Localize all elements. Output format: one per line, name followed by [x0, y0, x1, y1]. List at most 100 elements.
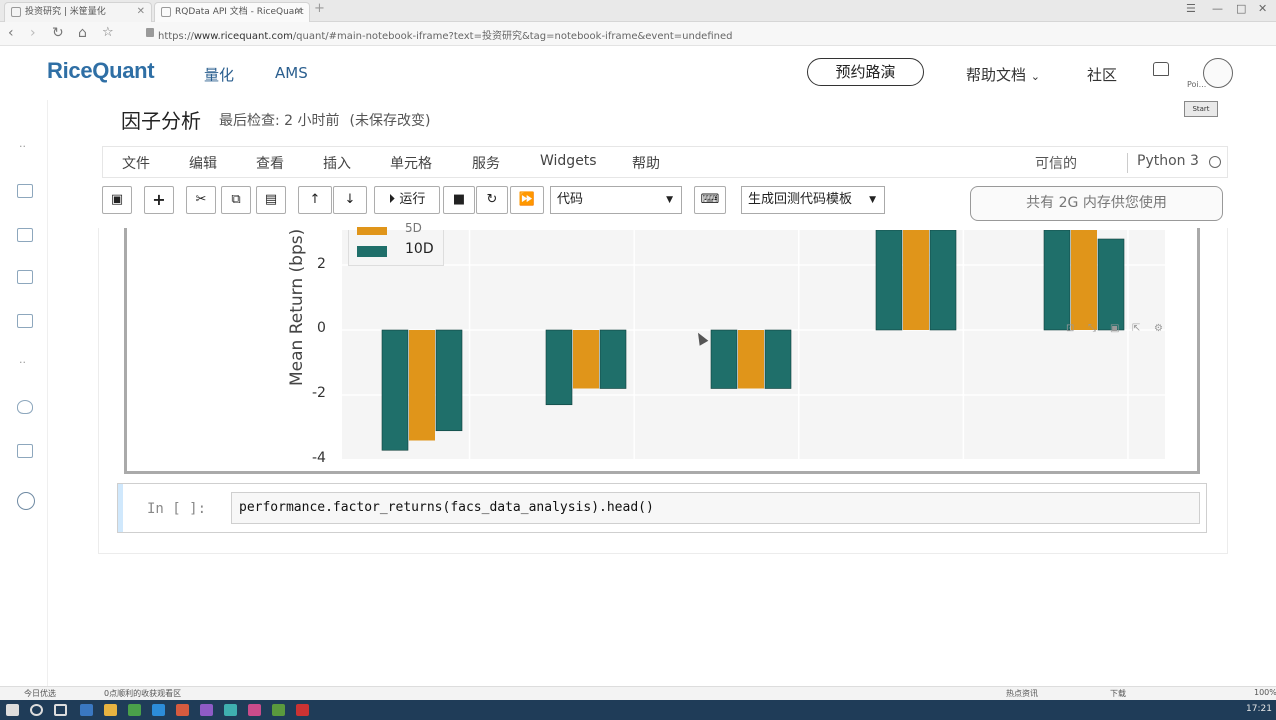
app-icon[interactable] [272, 704, 285, 716]
status-left-1[interactable]: 今日优选 [24, 688, 56, 699]
template-select[interactable]: 生成回测代码模板 ▼ [741, 186, 885, 214]
paste-button[interactable]: ▤ [256, 186, 286, 214]
add-cell-button[interactable]: + [144, 186, 174, 214]
menu-edit[interactable]: 编辑 [189, 153, 217, 173]
trusted-indicator[interactable]: 可信的 [1035, 153, 1077, 173]
status-left-2[interactable]: 0点顺利的收获观看区 [104, 688, 181, 699]
start-button[interactable]: Start [1184, 101, 1218, 117]
copy-button[interactable]: ⧉ [221, 186, 251, 214]
app-icon[interactable] [296, 704, 309, 716]
y-tick: -2 [312, 385, 326, 401]
url-host: www.ricequant.com [193, 31, 293, 42]
bar-10d [1097, 238, 1125, 331]
menu-kernel[interactable]: 服务 [472, 153, 500, 173]
status-download[interactable]: 下载 [1110, 688, 1126, 699]
save-button[interactable]: ▣ [102, 186, 132, 214]
shirt-icon[interactable] [1153, 62, 1169, 76]
restart-icon: ↻ [486, 192, 498, 207]
plus-icon: + [152, 190, 166, 209]
export-icon[interactable]: ⇱ [1132, 323, 1140, 334]
nav-quant[interactable]: 量化 [204, 64, 234, 85]
nav-community[interactable]: 社区 [1087, 64, 1117, 85]
nav-help-docs[interactable]: 帮助文档 ⌄ [966, 64, 1040, 85]
ricequant-logo[interactable]: RiceQuant [47, 58, 155, 84]
trade-icon[interactable] [17, 270, 33, 284]
y-tick: 2 [317, 256, 326, 272]
unsaved-changes: (未保存改变) [349, 113, 431, 129]
status-zoom[interactable]: 100% [1254, 688, 1276, 697]
run-button[interactable]: ⏵ 运行 [374, 186, 440, 214]
url-field[interactable]: https://www.ricequant.com/quant/#main-no… [158, 27, 732, 42]
maximize-icon[interactable]: □ [1236, 2, 1246, 15]
keyboard-icon: ⌨ [700, 192, 720, 207]
bar-10d [764, 329, 792, 389]
book-demo-button[interactable]: 预约路演 [807, 58, 924, 86]
app-icon[interactable] [176, 704, 189, 716]
app-icon[interactable] [128, 704, 141, 716]
minimize-icon[interactable]: — [1212, 2, 1223, 15]
pan-icon[interactable]: ⊡ [1066, 323, 1074, 334]
cut-button[interactable]: ✂ [186, 186, 216, 214]
move-up-button[interactable]: ↑ [298, 186, 332, 214]
nav-ams[interactable]: AMS [275, 64, 308, 82]
folder-icon[interactable] [104, 704, 117, 716]
app-icon[interactable] [152, 704, 165, 716]
tab-rqdata-docs[interactable]: RQData API 文档 - RiceQuant ✕ [154, 2, 310, 22]
restart-button[interactable]: ↻ [476, 186, 508, 214]
settings-icon[interactable]: ⚙ [1154, 323, 1163, 334]
app-icon[interactable] [200, 704, 213, 716]
forward-icon[interactable]: › [30, 25, 36, 41]
bar-1d [875, 229, 903, 331]
app-icon[interactable] [224, 704, 237, 716]
research-icon[interactable] [17, 228, 33, 242]
bar-10d [929, 229, 957, 331]
avatar[interactable] [1203, 58, 1233, 88]
caret-down-icon: ▼ [666, 195, 673, 205]
menu-icon[interactable]: ☰ [1186, 2, 1196, 15]
bar-5d [409, 330, 435, 441]
scissors-icon: ✂ [195, 192, 207, 207]
status-news[interactable]: 热点资讯 [1006, 688, 1038, 699]
stop-button[interactable]: ■ [443, 186, 475, 214]
back-icon[interactable]: ‹ [8, 25, 14, 41]
chart-icon[interactable] [17, 314, 33, 328]
task-view-icon[interactable] [54, 704, 67, 716]
tab-investment-research[interactable]: 投资研究 | 米筐量化 ✕ [4, 2, 152, 22]
window-close-icon[interactable]: ✕ [1258, 2, 1267, 15]
new-tab-button[interactable]: + [314, 1, 325, 16]
bar-5d [573, 330, 599, 389]
y-tick: 0 [317, 320, 326, 336]
menu-widgets[interactable]: Widgets [540, 153, 597, 169]
more-icon[interactable]: ·· [19, 140, 26, 153]
app-icon[interactable] [80, 704, 93, 716]
bookmark-icon[interactable]: ☆ [102, 25, 114, 40]
bar-chart-icon[interactable] [17, 444, 33, 458]
menu-file[interactable]: 文件 [122, 153, 150, 173]
code-editor[interactable]: performance.factor_returns(facs_data_ana… [231, 492, 1200, 524]
lightbulb-icon[interactable] [17, 400, 33, 414]
windows-start-icon[interactable] [6, 704, 19, 716]
menu-view[interactable]: 查看 [256, 153, 284, 173]
strategy-icon[interactable] [17, 184, 33, 198]
expand-icon[interactable] [17, 492, 35, 510]
bar-5d [1071, 230, 1097, 330]
save-figure-icon[interactable]: ▣ [1110, 323, 1119, 334]
home-icon[interactable]: ⌂ [78, 25, 87, 41]
close-icon[interactable]: ✕ [295, 3, 303, 21]
run-all-button[interactable]: ⏩ [510, 186, 544, 214]
move-down-button[interactable]: ↓ [333, 186, 367, 214]
menu-cell[interactable]: 单元格 [390, 153, 432, 173]
more-icon[interactable]: ·· [19, 356, 26, 369]
search-icon[interactable] [30, 704, 43, 716]
notebook-title[interactable]: 因子分析 [121, 105, 201, 134]
command-palette-button[interactable]: ⌨ [694, 186, 726, 214]
app-icon[interactable] [248, 704, 261, 716]
close-icon[interactable]: ✕ [137, 3, 145, 21]
cell-type-select[interactable]: 代码 ▼ [550, 186, 682, 214]
reload-icon[interactable]: ↻ [52, 25, 64, 41]
zoom-icon[interactable]: ⤡ [1088, 323, 1096, 334]
code-cell[interactable]: In [ ]: performance.factor_returns(facs_… [117, 483, 1207, 533]
divider [1127, 153, 1128, 173]
menu-help[interactable]: 帮助 [632, 153, 660, 173]
menu-insert[interactable]: 插入 [323, 153, 351, 173]
